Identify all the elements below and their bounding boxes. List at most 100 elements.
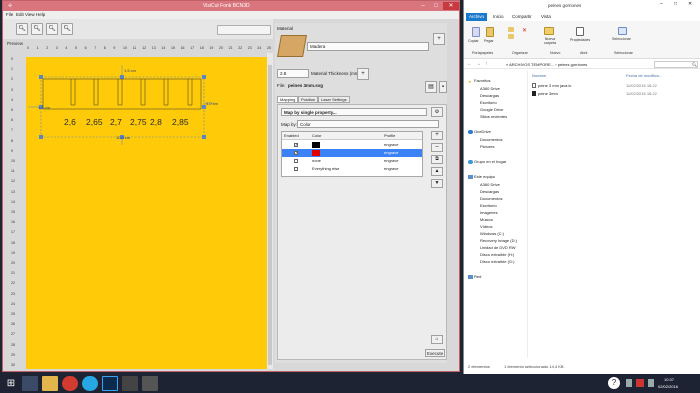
select-all-icon[interactable] xyxy=(618,27,627,35)
laser-bed-canvas[interactable]: 1,5 cm 1,0 cm 4,0 cm 10,9 cm 2,6 2,65 2,… xyxy=(26,57,267,369)
zoom-out-icon[interactable]: 🔍︎ xyxy=(31,23,43,35)
thickness-select[interactable]: 2.8 xyxy=(277,69,309,78)
profile-cell[interactable]: engrave xyxy=(384,149,398,157)
close-button[interactable]: ✕ xyxy=(688,1,692,7)
nav-disco-g[interactable]: Disco extraíble (G:) xyxy=(480,259,514,264)
profile-cell[interactable]: engrave xyxy=(384,141,398,149)
canvas-scrollbar[interactable] xyxy=(267,53,273,369)
paste-icon[interactable] xyxy=(486,27,494,37)
nav-videos[interactable]: Vídeos xyxy=(480,224,492,229)
nav-pictures[interactable]: Pictures xyxy=(480,144,494,149)
table-row[interactable]: Everything else engrave xyxy=(282,165,422,173)
menu-view[interactable]: View xyxy=(25,12,35,17)
select-button[interactable]: Seleccionar xyxy=(612,37,631,41)
material-select[interactable]: Madera xyxy=(307,42,429,51)
copy-button[interactable]: Copiar xyxy=(468,39,479,43)
list-item[interactable]: peine 3mm 11/02/2016 16:22 xyxy=(530,90,700,97)
minimize-button[interactable]: – xyxy=(417,2,429,10)
properties-icon[interactable] xyxy=(576,27,584,36)
col-fecha[interactable]: Fecha de modifica... xyxy=(626,73,662,78)
nav-este-equipo[interactable]: Este equipo xyxy=(474,174,495,179)
forward-arrow-icon[interactable]: → xyxy=(476,61,481,67)
nav-escritorio-2[interactable]: Escritorio xyxy=(480,203,497,208)
zoom-reset-icon[interactable]: 🔍︎ xyxy=(61,23,73,35)
enabled-checkbox[interactable]: ✓ xyxy=(294,143,298,147)
photoshop-icon[interactable] xyxy=(102,376,118,391)
clock-date[interactable]: 02/02/2016 xyxy=(658,384,678,389)
inkscape-icon[interactable] xyxy=(122,376,138,391)
notification-icon[interactable] xyxy=(636,379,644,387)
tab-laser-settings[interactable]: Laser Settings xyxy=(318,96,350,103)
nav-favoritos[interactable]: Favoritos xyxy=(474,78,490,83)
new-folder-icon[interactable] xyxy=(544,27,554,35)
nav-documentos[interactable]: Documentos xyxy=(480,137,502,142)
document-icon[interactable]: ▤ xyxy=(425,81,437,93)
clock-time[interactable]: 10:37 xyxy=(664,377,674,382)
search-icon[interactable]: 🔍︎ xyxy=(654,61,698,68)
tab-position[interactable]: Position xyxy=(298,96,319,103)
paste-button[interactable]: Pegar xyxy=(484,39,494,43)
chrome-icon[interactable] xyxy=(62,376,78,391)
enabled-checkbox[interactable]: ✓ xyxy=(294,151,298,155)
nav-dvd[interactable]: Unidad de DVD RW xyxy=(480,245,516,250)
design-preview[interactable] xyxy=(26,57,267,369)
up-arrow-icon[interactable]: ↑ xyxy=(485,61,488,67)
execute-button[interactable]: Execute xyxy=(425,349,445,357)
nav-onedrive[interactable]: OneDrive xyxy=(474,129,491,134)
nav-recovery-d[interactable]: Recovery Image (D:) xyxy=(480,238,517,243)
profile-cell[interactable]: engrave xyxy=(384,157,398,165)
table-row[interactable]: none engrave xyxy=(282,157,422,165)
zoom-fit-icon[interactable]: 🔍︎ xyxy=(46,23,58,35)
nav-google-drive[interactable]: Google Drive xyxy=(480,107,503,112)
close-button[interactable]: ✕ xyxy=(443,2,459,10)
properties-button[interactable]: Propiedades xyxy=(570,38,590,42)
delete-icon[interactable]: ✕ xyxy=(522,27,527,34)
visicut-icon[interactable] xyxy=(142,376,158,391)
nav-documentos-2[interactable]: Documentos xyxy=(480,196,502,201)
enabled-checkbox[interactable] xyxy=(294,167,298,171)
file-explorer-icon[interactable] xyxy=(22,376,38,391)
network-icon[interactable] xyxy=(626,379,632,387)
nav-imagenes[interactable]: Imágenes xyxy=(480,210,498,215)
skype-icon[interactable] xyxy=(82,376,98,391)
move-down-icon[interactable]: ▼ xyxy=(431,179,443,188)
menu-file[interactable]: File xyxy=(6,12,13,17)
move-up-icon[interactable]: ▲ xyxy=(431,167,443,176)
table-row-selected[interactable]: ✓ engrave xyxy=(282,149,422,157)
nav-descargas[interactable]: Descargas xyxy=(480,93,499,98)
maximize-button[interactable]: □ xyxy=(430,2,442,10)
list-item[interactable]: peine 3 mm java.lc 11/02/2016 16:22 xyxy=(530,82,700,89)
new-folder-button[interactable]: Nueva carpeta xyxy=(540,37,560,45)
toolbar-field[interactable] xyxy=(217,25,271,35)
nav-windows-c[interactable]: Windows (C:) xyxy=(480,231,504,236)
remove-row-button[interactable]: – xyxy=(431,143,443,152)
nav-red[interactable]: Red xyxy=(474,274,481,279)
copy-icon[interactable] xyxy=(472,27,480,37)
map-by-select[interactable]: Color xyxy=(297,120,439,128)
tab-mapping[interactable]: Mapping xyxy=(277,96,299,103)
folder-icon[interactable] xyxy=(42,376,58,391)
nav-disco-h[interactable]: Disco extraíble (H:) xyxy=(480,252,514,257)
start-icon[interactable]: ⊞ xyxy=(3,376,19,391)
add-thickness-button[interactable]: + xyxy=(357,68,369,80)
tab-compartir[interactable]: Compartir xyxy=(509,13,535,21)
address-bar[interactable]: ← → ↑ « ARCHIVOS TEMPORE... › peines gor… xyxy=(464,60,700,69)
table-row[interactable]: ✓ engrave xyxy=(282,141,422,149)
add-row-button[interactable]: + xyxy=(431,131,443,140)
zoom-in-icon[interactable]: 🔍︎ xyxy=(16,23,28,35)
nav-grupo-hogar[interactable]: Grupo en el hogar xyxy=(474,159,506,164)
breadcrumb[interactable]: « ARCHIVOS TEMPORE... › peines gorriones xyxy=(506,62,587,67)
nav-descargas-2[interactable]: Descargas xyxy=(480,189,499,194)
mapping-dropdown[interactable]: Map by single property... xyxy=(281,108,427,116)
tab-vista[interactable]: Vista xyxy=(538,13,554,21)
nav-a360[interactable]: A360 Drive xyxy=(480,86,500,91)
volume-icon[interactable] xyxy=(648,379,654,387)
nav-musica[interactable]: Música xyxy=(480,217,493,222)
profile-cell[interactable]: engrave xyxy=(384,165,398,173)
laser-icon[interactable]: ⌂ xyxy=(431,335,443,344)
enabled-checkbox[interactable] xyxy=(294,159,298,163)
duplicate-icon[interactable]: ⧉ xyxy=(431,155,443,164)
save-icon[interactable]: ▪ xyxy=(439,81,447,93)
gear-icon[interactable]: ⚙ xyxy=(431,107,443,117)
menu-help[interactable]: Help xyxy=(36,12,45,17)
